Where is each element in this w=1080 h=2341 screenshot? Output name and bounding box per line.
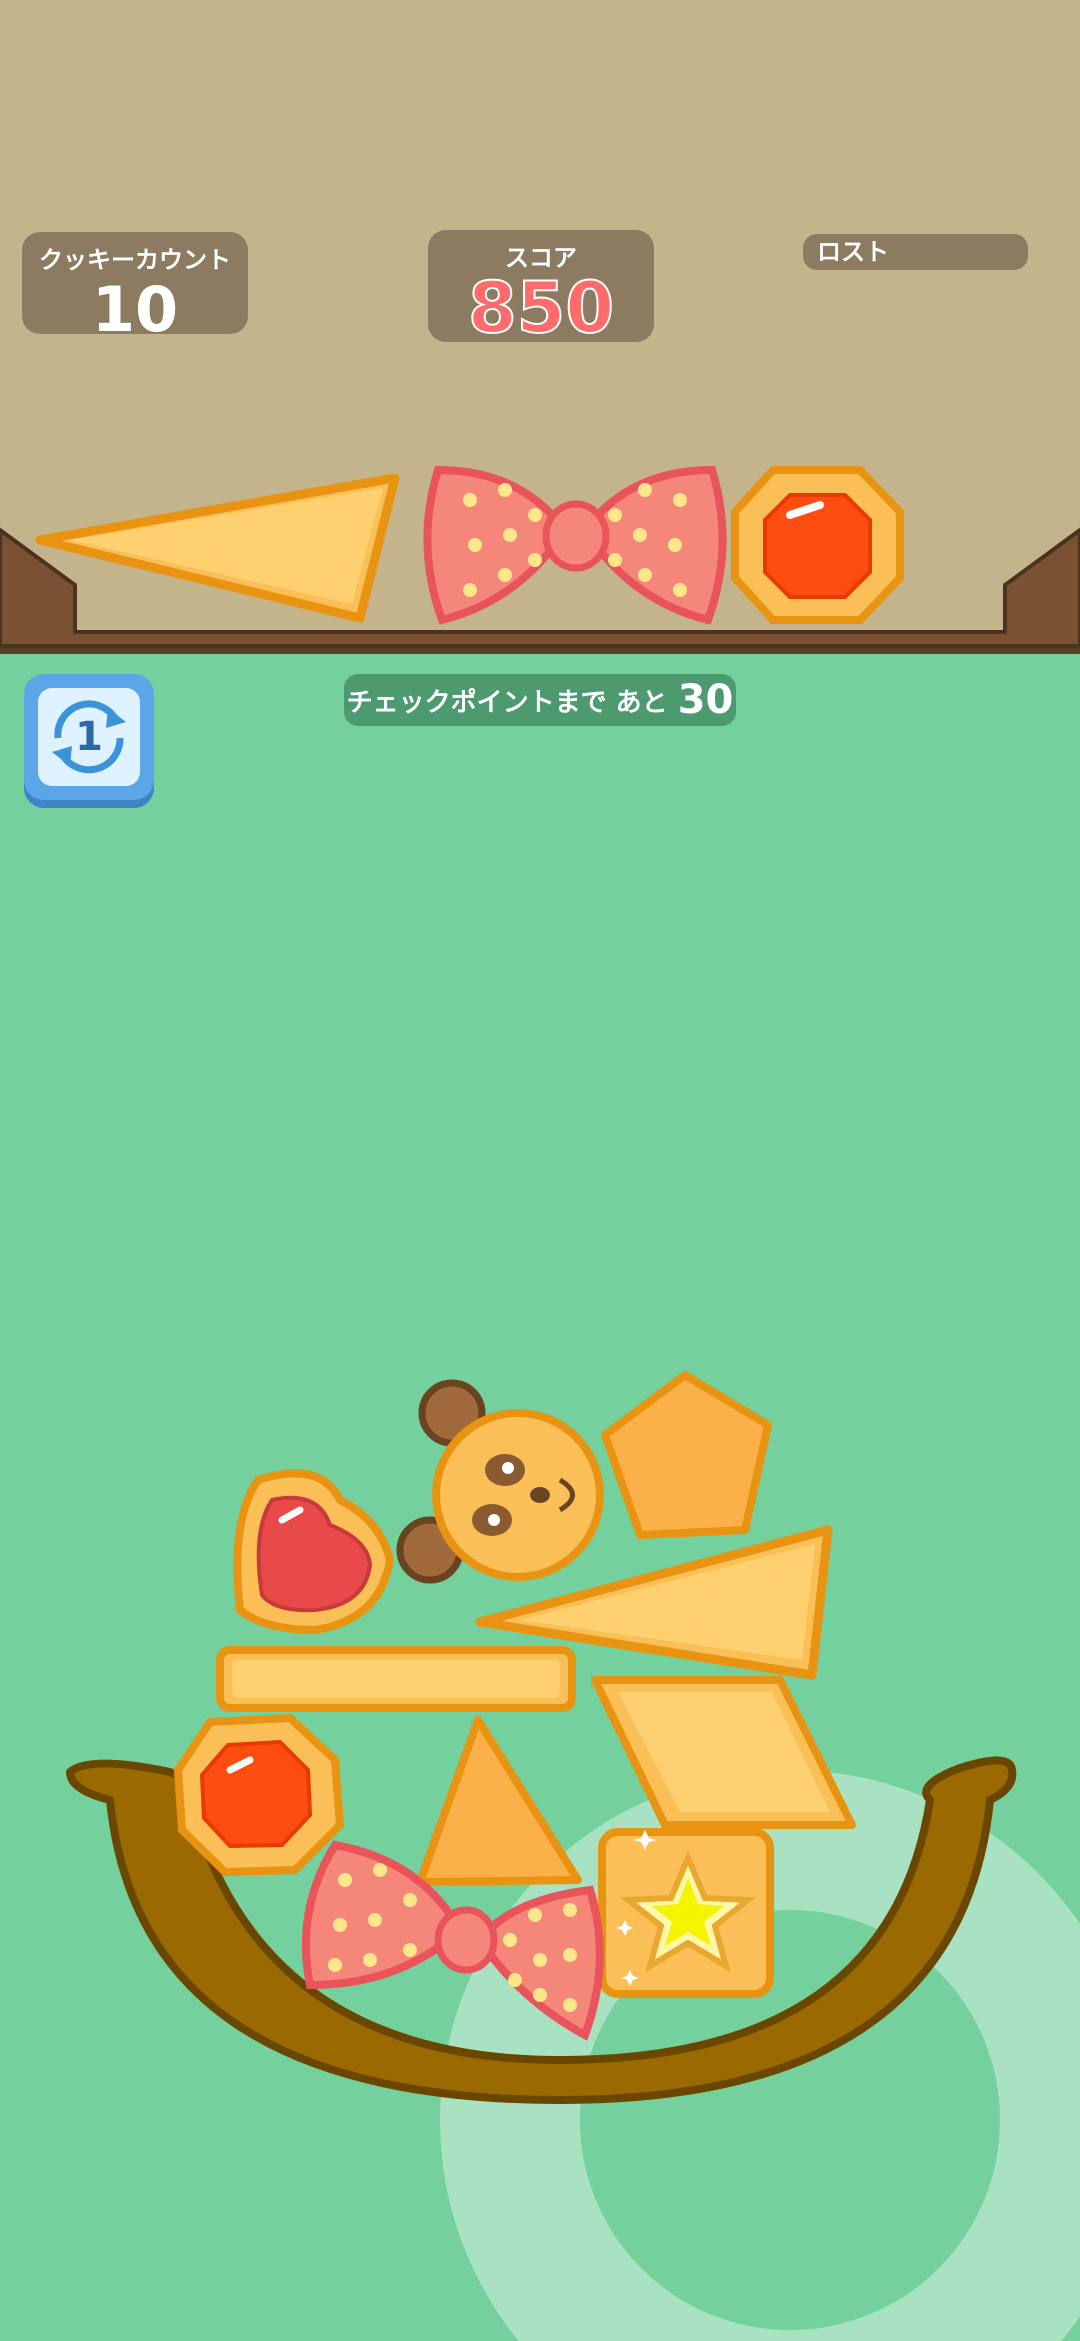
pentagon-cookie [601, 1371, 772, 1539]
cookie-count-box: クッキーカウント 10 [22, 232, 248, 345]
sparkle-icon [616, 1830, 657, 1986]
panda-cookie [396, 1379, 604, 1584]
heart-jam-cookie [233, 1469, 395, 1635]
score-value: 850 [467, 267, 615, 349]
score-box: スコア 850 [428, 230, 654, 349]
rotate-count: 1 [75, 714, 103, 760]
octagon-jam-cookie [173, 1713, 345, 1877]
triangle-cookie [475, 1525, 833, 1680]
bar-cookie [216, 1646, 576, 1712]
panel-divider [0, 646, 1080, 654]
cookie-count-value: 10 [91, 273, 179, 346]
background-ring [440, 1770, 1080, 2341]
checkpoint-text: チェックポイントまで あと [346, 687, 668, 718]
lost-box: ロスト [803, 234, 1028, 270]
cookie-tray [66, 1756, 1017, 2104]
rotate-button[interactable]: 1 [24, 674, 154, 808]
diamond-cookie [591, 1676, 856, 1829]
lost-label: ロスト [817, 238, 889, 266]
bow-cookie [301, 1840, 604, 2041]
cookie-count-label: クッキーカウント [39, 246, 231, 274]
rotate-icon: 1 [38, 688, 140, 786]
checkpoint-remaining: 30 [677, 677, 734, 723]
star-square-cookie [598, 1828, 774, 1998]
small-triangle-cookie [416, 1716, 582, 1886]
checkpoint-banner: チェックポイントまで あと 30 [344, 674, 736, 726]
